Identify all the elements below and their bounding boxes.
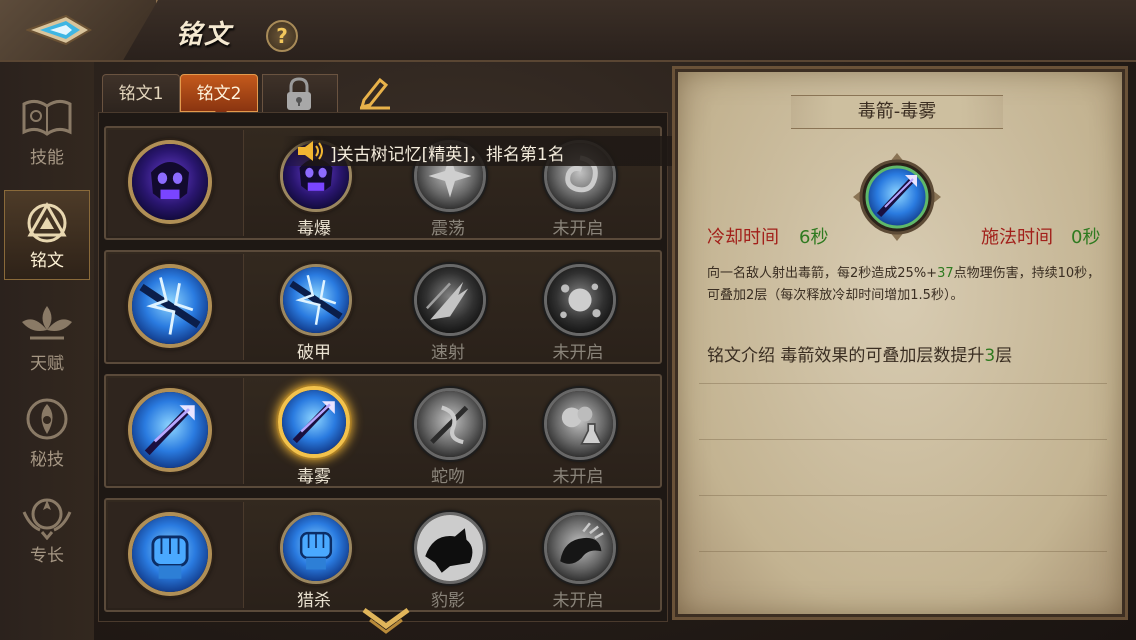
tab-rune-2[interactable]: 铭文2 [180, 74, 258, 118]
skill-description: 向一名敌人射出毒箭，每2秒造成25%+37点物理伤害，持续10秒，可叠加2层（每… [707, 263, 1105, 307]
speaker-icon [298, 141, 323, 161]
lock-icon [287, 77, 311, 110]
nav-label-secret: 秘技 [30, 450, 64, 470]
intro-number: 3 [984, 346, 996, 366]
explosion-icon[interactable] [544, 264, 616, 336]
secret-art-icon [26, 398, 68, 440]
rune-triangle-icon [27, 201, 67, 243]
cooldown-value: 6秒 [799, 227, 829, 248]
poison-skull-icon[interactable] [128, 140, 212, 224]
nav-label-runes: 铭文 [30, 251, 64, 271]
snake-bite-icon[interactable] [414, 388, 486, 460]
detail-icon-frame [853, 153, 941, 241]
shatter-arrow-icon[interactable] [280, 264, 352, 336]
rune-option-label: 速射 [431, 343, 465, 363]
fist-strike-icon[interactable] [128, 512, 212, 596]
shatter-arrow-icon[interactable] [128, 264, 212, 348]
panther-icon[interactable] [414, 512, 486, 584]
nav-item-specialty[interactable]: 专长 [4, 484, 90, 574]
nav-item-runes[interactable]: 铭文 [4, 190, 90, 280]
intro-text: 铭文介绍 毒箭效果的可叠加层数提升 [707, 346, 985, 366]
divider [699, 439, 1107, 440]
page-title: 铭文 [176, 20, 233, 50]
divider [699, 383, 1107, 384]
nav-label-skills: 技能 [30, 148, 64, 168]
back-button[interactable] [0, 0, 158, 60]
fist-strike-icon[interactable] [280, 512, 352, 584]
cast-time-value: 0秒 [1071, 227, 1101, 248]
divider [699, 495, 1107, 496]
side-nav: 技能 铭文 天赋 秘技 专长 [0, 62, 94, 640]
poison-arrow-icon [853, 153, 941, 241]
rune-option-label: 毒雾 [297, 467, 331, 487]
desc-number: 37 [937, 266, 954, 281]
beast-claw-icon[interactable] [544, 512, 616, 584]
nav-item-skills[interactable]: 技能 [4, 86, 90, 176]
poison-arrow-icon[interactable] [278, 386, 350, 458]
notice-text: ]关古树记忆[精英]，排名第1名 [330, 145, 565, 165]
edit-button[interactable] [352, 74, 396, 112]
skill-book-icon [22, 99, 72, 136]
rune-option-label: 未开启 [552, 591, 604, 611]
rune-option-label: 未开启 [552, 467, 604, 487]
rune-option-label: 震荡 [431, 219, 465, 239]
rune-intro: 铭文介绍 毒箭效果的可叠加层数提升3层 [707, 341, 1105, 366]
divider [699, 551, 1107, 552]
help-button[interactable]: ? [266, 20, 298, 52]
rune-option-label: 未开启 [552, 343, 604, 363]
rune-option-label: 豹影 [431, 591, 465, 611]
rapid-shot-icon[interactable] [414, 264, 486, 336]
rune-option-label: 蛇吻 [431, 467, 465, 487]
top-bar: 铭文 ? [0, 0, 1136, 62]
rune-detail-panel: 毒箭-毒雾 冷却时间 6秒 施法时间 0秒 向一名敌人射出毒箭，每2秒造成25%… [672, 66, 1128, 620]
tab-rune-1[interactable]: 铭文1 [102, 74, 180, 112]
nav-item-secret[interactable]: 秘技 [4, 388, 90, 478]
rune-option-label: 毒爆 [297, 219, 331, 239]
poison-arrow-icon[interactable] [128, 388, 212, 472]
cast-time-label: 施法时间 [981, 227, 1053, 248]
nav-item-talent[interactable]: 天赋 [4, 292, 90, 382]
intro-text: 层 [995, 346, 1013, 366]
talent-lotus-icon [22, 306, 72, 340]
detail-title: 毒箭-毒雾 [791, 95, 1003, 129]
edit-pencil-icon [359, 77, 390, 110]
back-arrow-icon [26, 14, 92, 46]
cooldown-label: 冷却时间 [707, 227, 779, 248]
nav-label-specialty: 专长 [30, 546, 64, 566]
rune-option-label: 破甲 [297, 343, 331, 363]
specialty-emblem-icon [22, 498, 72, 540]
desc-text: 向一名敌人射出毒箭，每2秒造成25%+ [707, 266, 938, 281]
potion-flask-icon[interactable] [544, 388, 616, 460]
nav-label-talent: 天赋 [30, 354, 64, 374]
rune-option-label: 未开启 [552, 219, 604, 239]
chevron-down-icon[interactable] [360, 606, 412, 634]
rune-option-label: 猎杀 [297, 591, 331, 611]
tab-locked[interactable] [262, 74, 338, 112]
